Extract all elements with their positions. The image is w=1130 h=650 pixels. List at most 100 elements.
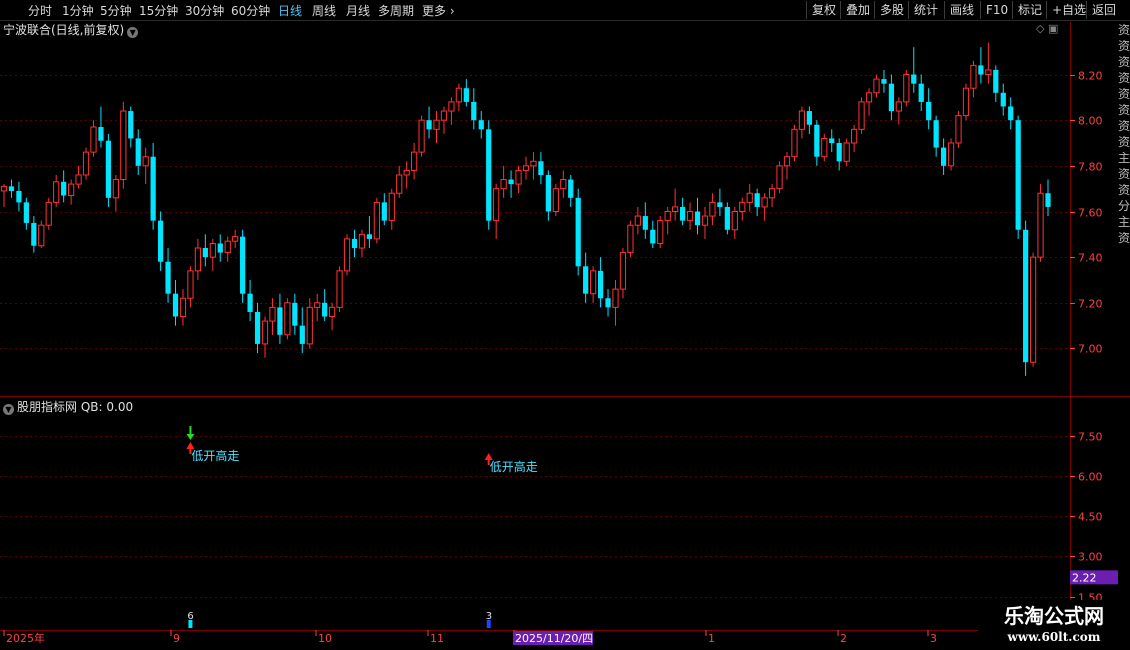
candle-body xyxy=(23,202,29,223)
candle-body xyxy=(194,247,201,272)
candle-body xyxy=(783,156,791,167)
candle-body xyxy=(232,236,239,242)
toolbar-button-6[interactable]: 标记 xyxy=(1012,1,1042,19)
y-tick-label: 7.20 xyxy=(1078,298,1103,311)
candle-body xyxy=(120,110,127,181)
y-tick-label: 8.00 xyxy=(1078,115,1103,128)
candle-body xyxy=(851,128,858,144)
tab-7[interactable]: 周线 xyxy=(312,2,336,19)
candle-body xyxy=(142,156,149,167)
panel-window-icons: ◇ ▣ xyxy=(1036,22,1068,36)
candle-body xyxy=(90,126,97,153)
candle-body xyxy=(746,192,753,203)
candle-body xyxy=(418,119,425,153)
toolbar-button-5[interactable]: F10 xyxy=(980,1,1008,19)
candle-body xyxy=(888,83,895,112)
y-tick-label: 7.40 xyxy=(1078,252,1103,265)
indicator-panel-title: ▼ 股朋指标网 QB: 0.00 xyxy=(3,398,133,415)
candle-body xyxy=(545,174,551,212)
candle-body xyxy=(642,216,648,230)
candle-body xyxy=(895,101,902,112)
candle-body xyxy=(261,320,269,345)
candle-body xyxy=(768,188,776,199)
tab-4[interactable]: 30分钟 xyxy=(185,2,224,19)
candle-body xyxy=(150,156,156,221)
tab-0[interactable]: 分时 xyxy=(28,2,52,19)
tab-8[interactable]: 月线 xyxy=(346,2,370,19)
candle-body xyxy=(590,270,597,295)
toolbar-button-4[interactable]: 画线 xyxy=(944,1,974,19)
candle-body xyxy=(657,220,664,244)
indicator-value: QB: 0.00 xyxy=(80,400,134,414)
candle-body xyxy=(493,188,500,222)
candle-body xyxy=(627,224,634,254)
candle-body xyxy=(605,298,611,308)
candle-body xyxy=(455,87,462,103)
candle-body xyxy=(903,74,910,103)
candle-body xyxy=(187,270,194,299)
tab-1[interactable]: 1分钟 xyxy=(62,2,94,19)
candle-body xyxy=(314,302,321,308)
candle-body xyxy=(552,188,559,212)
toolbar-button-7[interactable]: +自选 xyxy=(1046,1,1086,19)
candle-body xyxy=(172,293,179,317)
candle-body xyxy=(1037,192,1044,258)
candle-body xyxy=(8,186,15,191)
candle-body xyxy=(128,111,134,139)
candle-body xyxy=(858,101,865,130)
tab-9[interactable]: 多周期 xyxy=(378,2,414,19)
tab-10[interactable]: 更多 › xyxy=(422,2,455,19)
toolbar-button-1[interactable]: 叠加 xyxy=(840,1,870,19)
candle-body xyxy=(209,242,216,258)
toolbar-button-0[interactable]: 复权 xyxy=(806,1,836,19)
candle-body xyxy=(515,169,522,185)
candle-body xyxy=(560,179,567,190)
candle-body xyxy=(843,142,850,162)
candle-body xyxy=(568,179,574,198)
candle-body xyxy=(985,69,992,76)
candle-body xyxy=(463,88,469,102)
candle-body xyxy=(165,261,171,294)
candle-body xyxy=(962,87,970,117)
candle-body xyxy=(411,151,418,171)
candle-body xyxy=(619,252,627,290)
tab-5[interactable]: 60分钟 xyxy=(231,2,270,19)
x-tick-label-highlight: 2025/11/20/四 xyxy=(515,632,593,645)
candle-body xyxy=(254,311,261,344)
x-tick-label: 3 xyxy=(930,632,937,645)
chevron-down-icon[interactable]: ▼ xyxy=(3,404,14,415)
toolbar-button-3[interactable]: 统计 xyxy=(908,1,938,19)
candle-body xyxy=(277,307,283,335)
signal-label: 低开高走 xyxy=(490,459,538,474)
candle-body xyxy=(679,206,686,221)
diamond-icon[interactable]: ◇ xyxy=(1036,22,1044,35)
up-arrow-icon xyxy=(186,442,195,449)
toolbar-button-8[interactable]: 返回 xyxy=(1086,1,1116,19)
candle-body xyxy=(686,211,694,222)
stock-title: 宁波联合(日线,前复权) xyxy=(3,23,125,37)
candle-body xyxy=(31,222,37,246)
candle-body xyxy=(38,224,45,247)
up-arrow-icon xyxy=(484,453,493,460)
signal-label: 低开高走 xyxy=(191,448,239,463)
tab-3[interactable]: 15分钟 xyxy=(139,2,178,19)
y-tick-label: 8.20 xyxy=(1078,70,1103,83)
y-tick-label: 7.00 xyxy=(1078,343,1103,356)
candle-body xyxy=(82,151,90,176)
candle-body xyxy=(217,243,223,253)
candle-body xyxy=(351,238,358,249)
candle-body xyxy=(343,238,351,272)
candle-body xyxy=(61,181,67,196)
restore-window-icon[interactable]: ▣ xyxy=(1048,22,1058,35)
tab-6[interactable]: 日线 xyxy=(278,2,302,19)
candle-body xyxy=(1029,256,1037,363)
candle-body xyxy=(202,248,208,258)
toolbar-button-2[interactable]: 多股 xyxy=(874,1,904,19)
candle-body xyxy=(366,234,373,239)
down-arrow-icon xyxy=(186,434,195,440)
candle-body xyxy=(508,179,514,185)
chart-canvas[interactable]: 7.00 7.20 7.40 7.60 7.80 8.00 8.20 2025年 9 10 11 20… xyxy=(0,0,1130,650)
candle-body xyxy=(53,181,60,203)
tab-2[interactable]: 5分钟 xyxy=(100,2,132,19)
chevron-down-icon[interactable]: ▼ xyxy=(127,27,139,38)
